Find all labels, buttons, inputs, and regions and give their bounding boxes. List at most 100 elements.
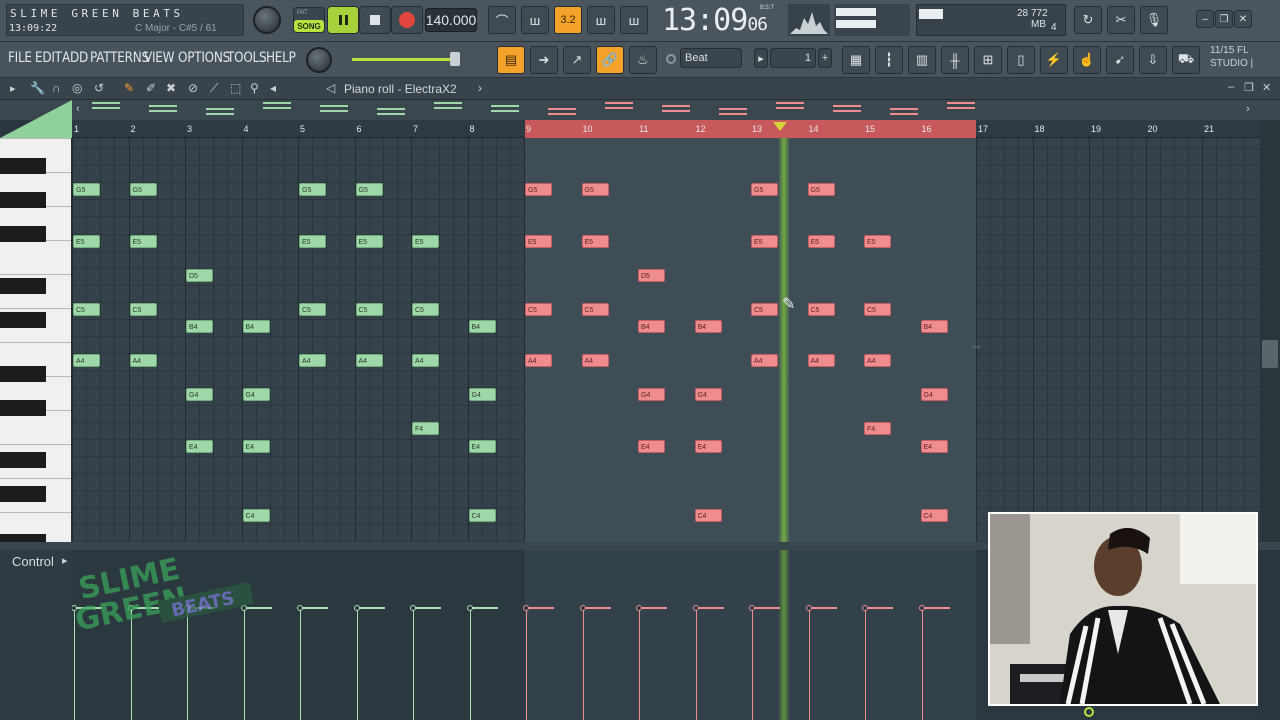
black-key[interactable] bbox=[0, 534, 46, 542]
note[interactable]: G5 bbox=[129, 183, 157, 196]
note[interactable]: B4 bbox=[694, 320, 722, 333]
note[interactable]: A4 bbox=[581, 354, 609, 367]
record-small-icon[interactable]: ◎ bbox=[72, 81, 82, 95]
stamp-icon[interactable]: ♨ bbox=[629, 46, 657, 74]
velocity-stem[interactable] bbox=[808, 608, 810, 720]
playlist-icon[interactable]: ▤ bbox=[497, 46, 525, 74]
note[interactable]: A4 bbox=[864, 354, 891, 367]
project-icon[interactable]: ▯ bbox=[1007, 46, 1035, 74]
velocity-handle[interactable] bbox=[805, 605, 812, 611]
velocity-handle[interactable] bbox=[297, 605, 303, 611]
note[interactable]: E5 bbox=[412, 235, 439, 248]
download-icon[interactable]: ⇩ bbox=[1139, 46, 1167, 74]
wait-input-icon[interactable]: ш bbox=[521, 6, 549, 34]
slide-icon[interactable]: ↗ bbox=[563, 46, 591, 74]
selection-range[interactable] bbox=[525, 120, 976, 138]
note[interactable]: E4 bbox=[638, 440, 665, 453]
note[interactable]: E4 bbox=[468, 440, 496, 453]
velocity-handle[interactable] bbox=[636, 605, 642, 611]
velocity-stem[interactable] bbox=[865, 608, 866, 720]
menu-help[interactable]: HELP bbox=[266, 50, 296, 66]
note[interactable]: A4 bbox=[412, 354, 439, 367]
black-key[interactable] bbox=[0, 192, 46, 208]
plugin-picker-icon[interactable]: ⊞ bbox=[974, 46, 1002, 74]
note[interactable]: G4 bbox=[638, 388, 665, 401]
velocity-handle[interactable] bbox=[523, 605, 529, 611]
note[interactable]: C5 bbox=[864, 303, 891, 316]
velocity-stem[interactable] bbox=[413, 608, 414, 720]
select-tool-icon[interactable]: ⬚ bbox=[230, 81, 241, 95]
velocity-stem[interactable] bbox=[469, 608, 471, 720]
velocity-stem[interactable] bbox=[752, 608, 753, 720]
note[interactable]: E4 bbox=[920, 440, 948, 453]
loop-icon[interactable]: ↺ bbox=[94, 81, 104, 95]
note[interactable]: F4 bbox=[864, 422, 891, 435]
note[interactable]: G5 bbox=[73, 183, 100, 196]
note[interactable]: A4 bbox=[299, 354, 326, 367]
black-key[interactable] bbox=[0, 226, 46, 242]
note[interactable]: C4 bbox=[468, 509, 496, 522]
note[interactable]: C5 bbox=[525, 303, 552, 316]
pattern-selector[interactable]: 1 bbox=[770, 48, 816, 68]
note[interactable]: A4 bbox=[751, 354, 778, 367]
microphone-icon[interactable]: 🎙 bbox=[1140, 6, 1168, 34]
close-icon[interactable]: ✕ bbox=[1234, 10, 1252, 28]
playhead-marker-icon[interactable] bbox=[773, 122, 787, 131]
note[interactable]: E4 bbox=[242, 440, 270, 453]
menu-file[interactable]: FILE bbox=[8, 50, 32, 66]
blend-notes-icon[interactable]: ш bbox=[587, 6, 615, 34]
menu-tools[interactable]: TOOLS bbox=[227, 50, 267, 66]
mixer-icon[interactable]: ╫ bbox=[941, 46, 969, 74]
velocity-handle[interactable] bbox=[862, 605, 868, 611]
note[interactable]: G5 bbox=[751, 183, 778, 196]
cut-icon[interactable]: ✂ bbox=[1107, 6, 1135, 34]
velocity-handle[interactable] bbox=[353, 605, 360, 611]
note[interactable]: F4 bbox=[412, 422, 439, 435]
note[interactable]: G5 bbox=[525, 183, 552, 196]
velocity-handle[interactable] bbox=[749, 605, 755, 611]
note[interactable]: A4 bbox=[807, 354, 835, 367]
main-volume-knob[interactable] bbox=[253, 6, 281, 34]
velocity-handle[interactable] bbox=[918, 605, 925, 611]
velocity-handle[interactable] bbox=[579, 605, 586, 611]
piano-keyboard[interactable] bbox=[0, 138, 72, 542]
link-icon[interactable]: 🔗 bbox=[596, 46, 624, 74]
delete-tool-icon[interactable]: ✖ bbox=[166, 81, 176, 95]
note[interactable]: G5 bbox=[807, 183, 835, 196]
strip-right-arrow-icon[interactable]: › bbox=[1246, 103, 1250, 115]
note[interactable]: E5 bbox=[525, 235, 552, 248]
note[interactable]: G4 bbox=[242, 388, 270, 401]
note[interactable]: A4 bbox=[355, 354, 383, 367]
pr-close-icon[interactable]: ✕ bbox=[1262, 81, 1271, 94]
note[interactable]: G5 bbox=[299, 183, 326, 196]
note[interactable]: C5 bbox=[129, 303, 157, 316]
note[interactable]: G5 bbox=[581, 183, 609, 196]
bird-icon[interactable]: ➹ bbox=[1106, 46, 1134, 74]
tempo-display[interactable]: 140.000 bbox=[425, 8, 477, 32]
note[interactable]: C5 bbox=[807, 303, 835, 316]
velocity-handle[interactable] bbox=[692, 605, 699, 611]
menu-patterns[interactable]: PATTERNS bbox=[90, 50, 149, 66]
velocity-handle[interactable] bbox=[410, 605, 416, 611]
arrow-right-icon[interactable]: ➜ bbox=[530, 46, 558, 74]
chevron-right-icon[interactable]: › bbox=[478, 81, 482, 95]
note[interactable]: A4 bbox=[129, 354, 157, 367]
note[interactable]: C5 bbox=[751, 303, 778, 316]
note[interactable]: D5 bbox=[638, 269, 665, 282]
master-volume-slider[interactable] bbox=[352, 58, 460, 61]
pattern-prev-button[interactable]: ▸ bbox=[754, 48, 768, 68]
note[interactable]: E5 bbox=[355, 235, 383, 248]
black-key[interactable] bbox=[0, 366, 46, 382]
add-pattern-button[interactable]: + bbox=[818, 48, 832, 68]
black-key[interactable] bbox=[0, 278, 46, 294]
note[interactable]: E5 bbox=[73, 235, 100, 248]
note[interactable]: G4 bbox=[920, 388, 948, 401]
pat-song-toggle[interactable]: PAT SONG bbox=[293, 7, 325, 33]
note[interactable]: B4 bbox=[468, 320, 496, 333]
menu-arrow-icon[interactable]: ▸ bbox=[10, 82, 16, 95]
main-pitch-knob[interactable] bbox=[306, 47, 332, 73]
note[interactable]: E5 bbox=[751, 235, 778, 248]
control-label[interactable]: Control bbox=[12, 554, 54, 569]
song-position-display[interactable]: 13:0906 B:S:T bbox=[662, 3, 782, 38]
velocity-stem[interactable] bbox=[695, 608, 697, 720]
